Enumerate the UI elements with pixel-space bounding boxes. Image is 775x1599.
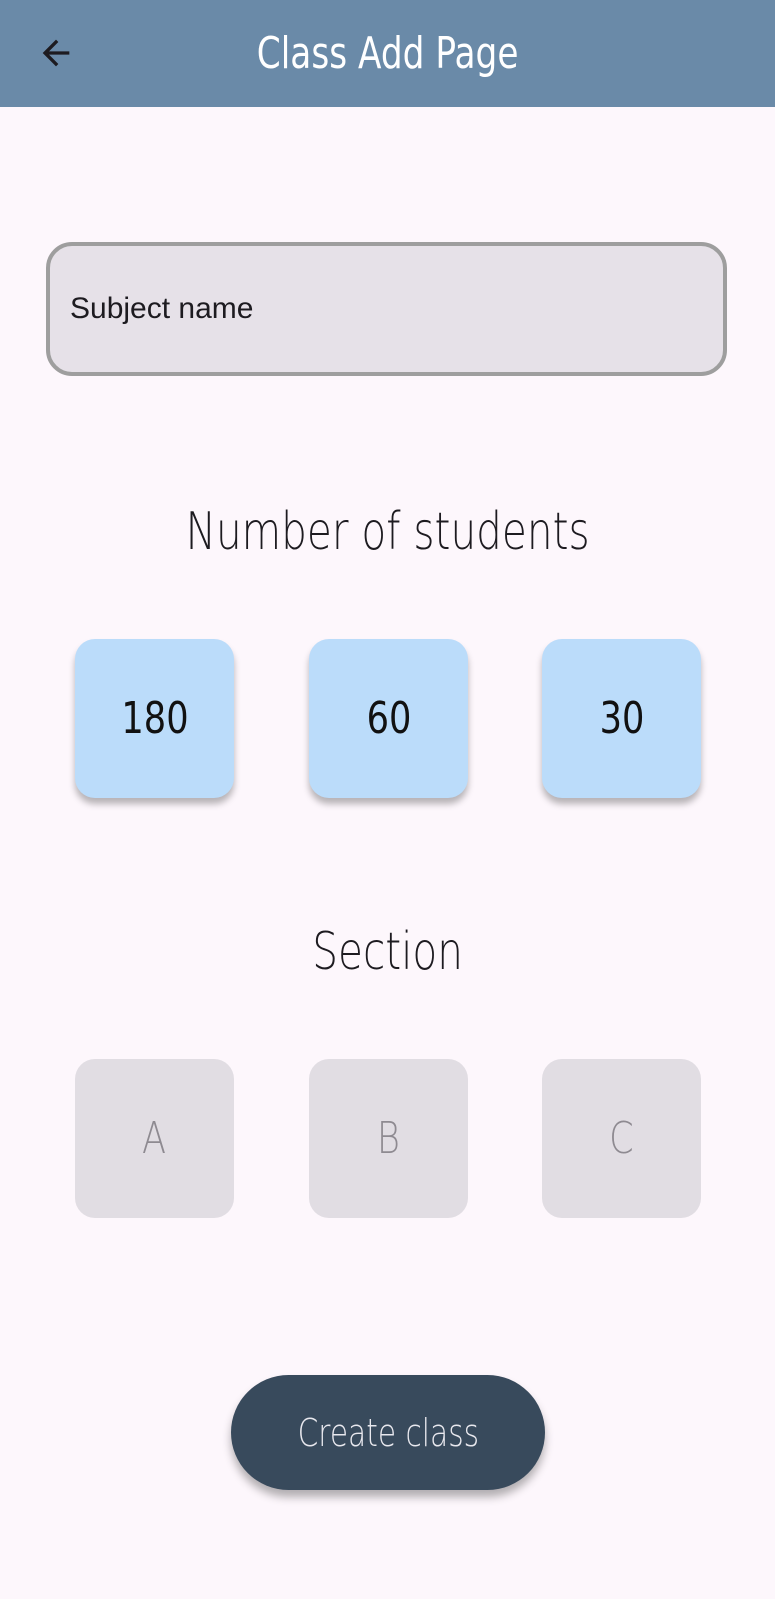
- page-title: Class Add Page: [256, 28, 519, 79]
- section-option-b[interactable]: B: [309, 1059, 468, 1218]
- students-option-60[interactable]: 60: [309, 639, 468, 798]
- students-option-30[interactable]: 30: [542, 639, 701, 798]
- section-option-label: A: [142, 1113, 167, 1164]
- section-heading: Section: [312, 922, 463, 982]
- students-option-label: 30: [599, 693, 644, 744]
- section-option-c[interactable]: C: [542, 1059, 701, 1218]
- back-button[interactable]: [28, 25, 84, 81]
- subject-name-input[interactable]: [70, 246, 690, 372]
- students-heading: Number of students: [185, 502, 590, 562]
- section-option-a[interactable]: A: [75, 1059, 234, 1218]
- section-option-label: B: [376, 1113, 401, 1164]
- app-bar: Class Add Page: [0, 0, 775, 107]
- section-option-label: C: [609, 1113, 634, 1164]
- subject-name-field[interactable]: [46, 242, 727, 376]
- create-class-button[interactable]: Create class: [231, 1375, 545, 1490]
- students-option-label: 180: [120, 693, 189, 744]
- students-option-180[interactable]: 180: [75, 639, 234, 798]
- arrow-back-icon: [42, 39, 70, 67]
- students-option-label: 60: [366, 693, 411, 744]
- create-class-label: Create class: [297, 1410, 479, 1455]
